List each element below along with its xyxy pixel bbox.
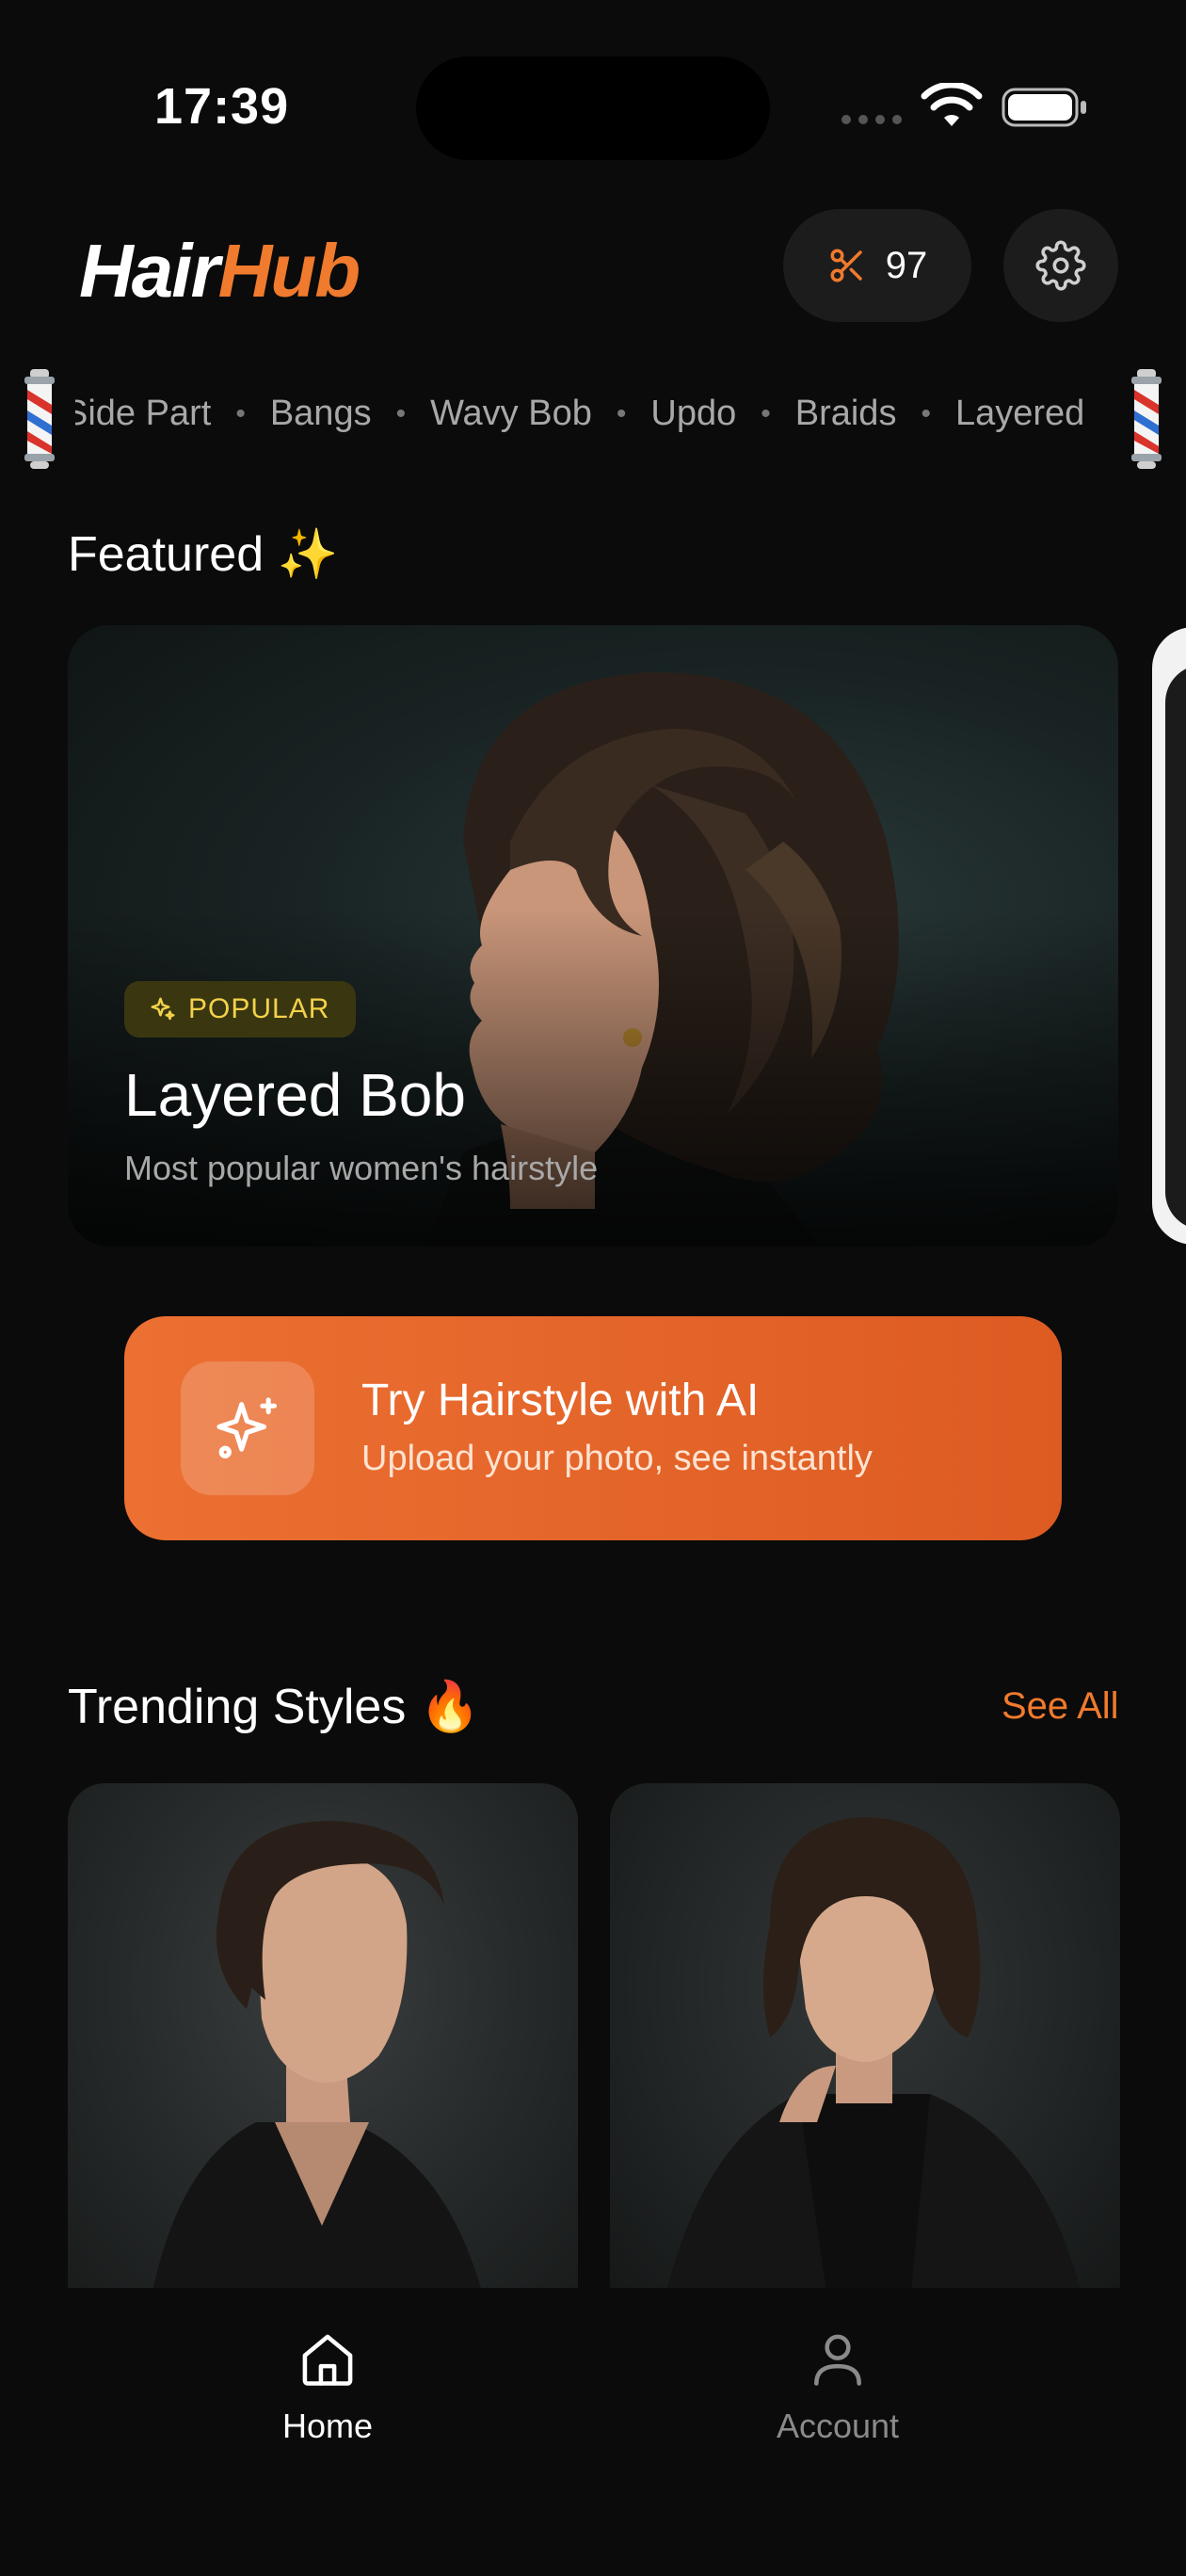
app-logo: HairHub xyxy=(79,228,361,314)
marquee-item[interactable]: Wavy Bob xyxy=(430,394,592,434)
settings-button[interactable] xyxy=(1003,209,1118,322)
cellular-signal-icon xyxy=(841,115,902,124)
bottom-nav: Home Account xyxy=(0,2288,1186,2576)
sparkles-icon xyxy=(216,1397,278,1458)
status-bar: 17:39 xyxy=(0,0,1186,188)
wifi-icon xyxy=(921,83,983,126)
featured-style-name: Layered Bob xyxy=(124,1061,466,1129)
marquee-item[interactable]: Bangs xyxy=(270,394,372,434)
barber-pole-icon xyxy=(1131,369,1162,469)
trending-card[interactable] xyxy=(68,1783,578,2292)
featured-section-title: Featured ✨ xyxy=(68,527,339,582)
dynamic-island xyxy=(416,56,770,160)
credits-count: 97 xyxy=(885,244,928,286)
marquee-item[interactable]: Side Part xyxy=(75,394,211,434)
barber-pole-icon xyxy=(24,369,55,469)
featured-card[interactable]: POPULAR Layered Bob Most popular women's… xyxy=(68,625,1118,1247)
try-ai-button[interactable]: Try Hairstyle with AI Upload your photo,… xyxy=(124,1316,1062,1540)
nav-account[interactable]: Account xyxy=(715,2327,960,2446)
user-icon xyxy=(814,2334,861,2386)
home-icon xyxy=(302,2334,353,2386)
credits-button[interactable]: 97 xyxy=(783,209,971,322)
nav-home-label: Home xyxy=(281,2407,374,2445)
featured-style-subtitle: Most popular women's hairstyle xyxy=(124,1149,599,1187)
popular-badge-label: POPULAR xyxy=(188,993,330,1024)
nav-home[interactable]: Home xyxy=(205,2327,450,2446)
ai-cta-subtitle: Upload your photo, see instantly xyxy=(361,1439,873,1478)
next-featured-card-peek[interactable] xyxy=(1152,627,1186,1245)
scissors-icon xyxy=(830,249,862,282)
marquee-item[interactable]: Layered xyxy=(955,394,1084,434)
ai-cta-title: Try Hairstyle with AI xyxy=(361,1376,760,1425)
trending-card[interactable] xyxy=(610,1783,1120,2292)
style-marquee: Side Part • Bangs • Wavy Bob • Updo • Braids… xyxy=(0,367,1186,473)
popular-badge: POPULAR xyxy=(124,981,357,1038)
marquee-item[interactable]: Updo xyxy=(650,394,736,434)
sparkles-icon xyxy=(151,997,175,1021)
trending-section-title: Trending Styles 🔥 xyxy=(68,1680,481,1734)
trending-photo xyxy=(666,1817,1081,2292)
ai-icon-box xyxy=(181,1361,314,1495)
gear-icon xyxy=(1035,240,1086,291)
nav-account-label: Account xyxy=(776,2407,900,2445)
status-time: 17:39 xyxy=(154,78,290,135)
marquee-track: Side Part • Bangs • Wavy Bob • Updo • Braids… xyxy=(75,394,1111,446)
logo-hair: Hair xyxy=(79,229,220,313)
battery-icon xyxy=(1002,88,1086,127)
trending-photo xyxy=(152,1821,482,2292)
logo-hub: Hub xyxy=(217,229,361,313)
marquee-item[interactable]: Braids xyxy=(795,394,897,434)
see-all-link[interactable]: See All xyxy=(1002,1685,1119,1728)
